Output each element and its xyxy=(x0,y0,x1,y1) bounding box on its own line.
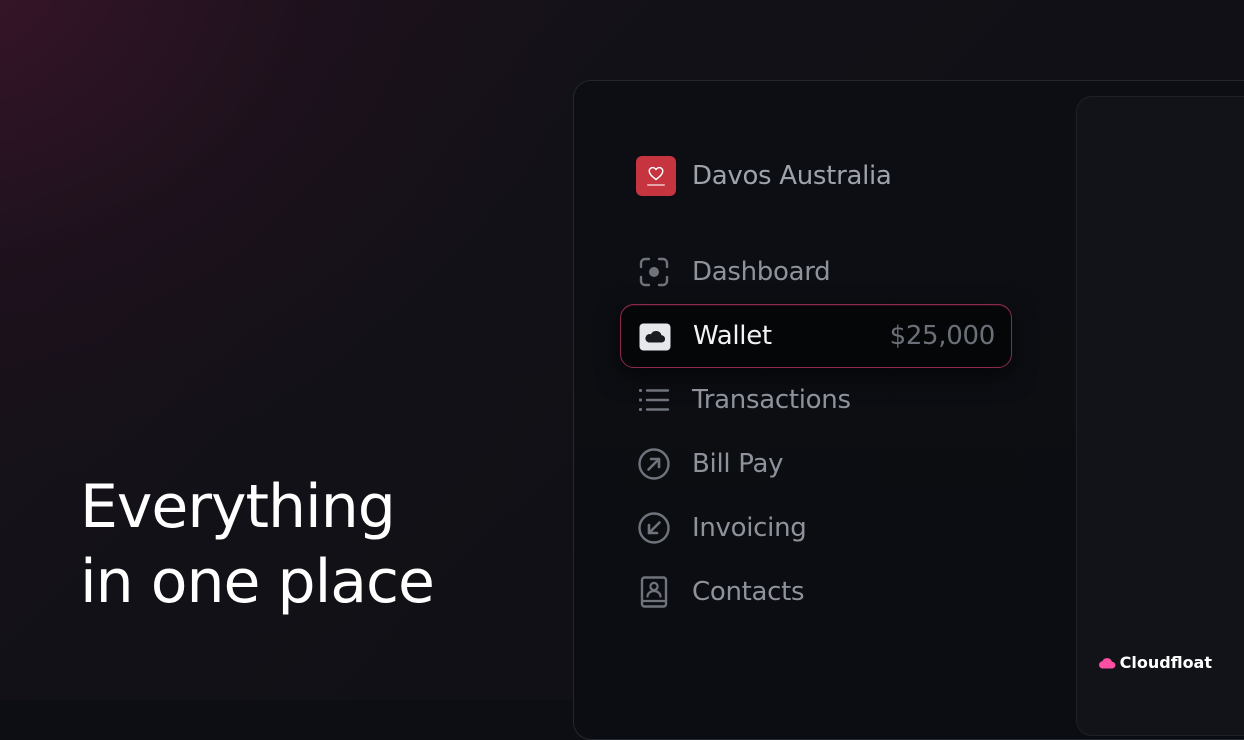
headline: Everything in one place xyxy=(80,470,435,620)
main-content-panel xyxy=(1076,96,1244,736)
brand-name: Cloudfloat xyxy=(1119,653,1212,672)
brand-logo: Cloudfloat xyxy=(1098,653,1212,672)
sidebar-item-dashboard[interactable]: Dashboard xyxy=(620,240,1012,304)
headline-line-1: Everything xyxy=(80,472,396,542)
sidebar-item-label: Bill Pay xyxy=(692,449,784,479)
sidebar-item-invoicing[interactable]: Invoicing xyxy=(620,496,1012,560)
organization-switcher[interactable]: Davos Australia xyxy=(636,156,892,196)
wallet-balance: $25,000 xyxy=(889,321,996,351)
contact-book-icon xyxy=(638,576,670,608)
sidebar-item-label: Dashboard xyxy=(692,257,831,287)
arrow-up-right-circle-icon xyxy=(638,448,670,480)
sidebar-item-label: Invoicing xyxy=(692,513,807,543)
organization-logo xyxy=(636,156,676,196)
heart-icon xyxy=(648,166,664,181)
dashboard-focus-icon xyxy=(638,256,670,288)
sidebar-item-bill-pay[interactable]: Bill Pay xyxy=(620,432,1012,496)
headline-line-2: in one place xyxy=(80,547,435,617)
organization-name: Davos Australia xyxy=(692,161,892,191)
sidebar-item-label: Transactions xyxy=(692,385,851,415)
sidebar-item-contacts[interactable]: Contacts xyxy=(620,560,1012,624)
arrow-down-left-circle-icon xyxy=(638,512,670,544)
list-icon xyxy=(638,384,670,416)
sidebar-item-label: Contacts xyxy=(692,577,805,607)
logo-wordmark xyxy=(647,184,665,186)
sidebar-item-transactions[interactable]: Transactions xyxy=(620,368,1012,432)
cloud-icon xyxy=(1098,657,1116,668)
sidebar-item-wallet[interactable]: Wallet $25,000 xyxy=(620,304,1012,368)
sidebar-item-label: Wallet xyxy=(693,321,772,351)
cloud-wallet-icon xyxy=(639,321,671,353)
